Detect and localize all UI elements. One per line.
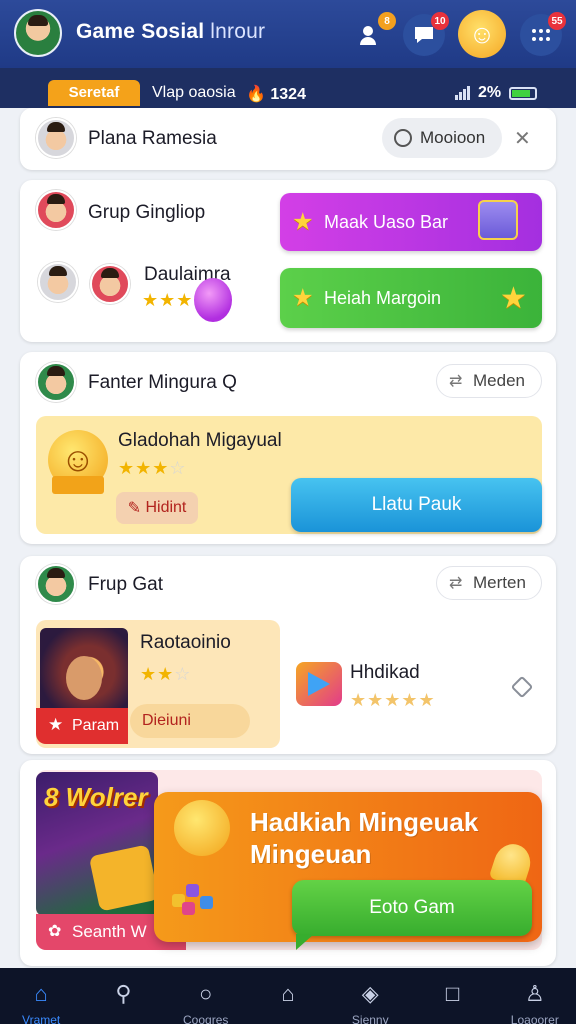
nav-box[interactable]: ◈ Sienny bbox=[329, 968, 411, 1024]
promo-cta-label: Eoto Gam bbox=[369, 897, 455, 918]
nav-profile[interactable]: ♙ Loaoorer bbox=[494, 968, 576, 1024]
user-avatar[interactable] bbox=[14, 9, 62, 57]
contact-name: Plana Ramesia bbox=[88, 128, 217, 149]
hint-label: Hidint bbox=[145, 499, 187, 516]
friends-badge: 8 bbox=[378, 12, 396, 30]
promo-thumb-title: 8 Wolrer bbox=[44, 782, 148, 812]
promo-headline: Hadkiah Mingeuak Mingeuan bbox=[250, 807, 479, 869]
profile-icon: ♙ bbox=[524, 981, 545, 1006]
strip-time-value: 1324 bbox=[270, 86, 306, 103]
param-tag-label: Param bbox=[72, 717, 120, 734]
star-icon: ★ bbox=[500, 282, 527, 315]
member-avatar-2[interactable] bbox=[90, 264, 130, 304]
chat-badge: 10 bbox=[431, 12, 449, 30]
battery-icon bbox=[509, 87, 537, 100]
left-chip[interactable]: Dieiuni bbox=[130, 704, 250, 738]
signal-icon bbox=[455, 86, 471, 100]
friends-icon[interactable]: 8 bbox=[350, 12, 396, 56]
explore-icon: ○ bbox=[199, 981, 213, 1006]
box-icon: ◈ bbox=[361, 981, 379, 1006]
left-game-title: Raotaoinio bbox=[140, 632, 231, 653]
follow-button[interactable]: Meden bbox=[436, 364, 542, 398]
app-title: Game Sosial lnrour bbox=[76, 20, 265, 44]
contact-avatar[interactable] bbox=[36, 118, 76, 158]
purple-action-label: Maak Uaso Bar bbox=[324, 211, 449, 232]
left-chip-label: Dieiuni bbox=[142, 712, 191, 729]
hint-icon: ✎ bbox=[127, 500, 142, 517]
game-rating: ★★★☆ bbox=[118, 458, 187, 478]
star-icon: ★ bbox=[292, 208, 314, 236]
left-game-rating: ★★☆ bbox=[140, 664, 192, 684]
potion-icon bbox=[194, 278, 232, 322]
search-input[interactable]: Mooioon bbox=[382, 118, 502, 158]
emoji-icon[interactable]: ☺ bbox=[458, 10, 506, 58]
nav-search[interactable]: ⚲ bbox=[82, 968, 164, 1024]
right-game-rating: ★★★★★ bbox=[350, 690, 436, 710]
play-label: Llatu Pauk bbox=[371, 494, 462, 515]
game-title: Gladohah Migayual bbox=[118, 430, 282, 451]
game-tile-icon bbox=[88, 844, 158, 912]
search-tag-label: Seanth W bbox=[72, 922, 147, 941]
rating-stars: ★★★ bbox=[142, 290, 194, 310]
nav-explore[interactable]: ○ Cooqres bbox=[165, 968, 247, 1024]
frup-name: Frup Gat bbox=[88, 574, 163, 595]
nav-house[interactable]: ⌂ bbox=[247, 968, 329, 1024]
dice-icon bbox=[172, 878, 228, 920]
frup-avatar[interactable] bbox=[36, 564, 76, 604]
follow-button[interactable]: Merten bbox=[436, 566, 542, 600]
app-header: Game Sosial lnrour 8 10 ☺ 55 bbox=[0, 0, 576, 68]
search-icon bbox=[394, 129, 412, 147]
chat-icon[interactable]: 10 bbox=[403, 12, 449, 56]
nav-box-label: Sienny bbox=[351, 1013, 389, 1024]
right-game-title: Hhdikad bbox=[350, 662, 420, 683]
smiley-icon bbox=[174, 800, 230, 856]
play-button[interactable]: Llatu Pauk bbox=[291, 478, 542, 532]
green-action-label: Heiah Margoin bbox=[324, 287, 442, 308]
square-icon: □ bbox=[445, 981, 460, 1006]
nav-explore-label: Cooqres bbox=[183, 1013, 229, 1024]
player-avatar[interactable] bbox=[36, 362, 76, 402]
home-icon: ⌂ bbox=[34, 981, 48, 1006]
star-icon: ★ bbox=[292, 284, 314, 312]
app-title-sub: lnrour bbox=[204, 20, 266, 43]
group-name: Grup Gingliop bbox=[88, 202, 206, 223]
player-name: Fanter Mingura Q bbox=[88, 372, 237, 393]
close-icon[interactable]: ✕ bbox=[514, 126, 531, 151]
more-icon[interactable]: 55 bbox=[520, 12, 566, 56]
nav-square[interactable]: □ bbox=[411, 968, 493, 1024]
search-icon: ⚲ bbox=[115, 981, 132, 1006]
promo-thumbnail[interactable]: 8 Wolrer bbox=[36, 772, 158, 916]
battery-percent: 2% bbox=[478, 84, 502, 101]
bottom-nav: ⌂ Vramet ⚲ ○ Cooqres ⌂ ◈ Sienny □ ♙ Loao… bbox=[0, 968, 576, 1024]
search-placeholder: Mooioon bbox=[420, 128, 486, 147]
nav-home[interactable]: ⌂ Vramet bbox=[0, 968, 82, 1024]
house-icon: ⌂ bbox=[281, 981, 295, 1006]
strip-time: 🔥 1324 bbox=[246, 84, 306, 104]
play-store-icon bbox=[296, 662, 342, 706]
param-tag[interactable]: Param bbox=[36, 708, 128, 744]
ribbon-icon bbox=[52, 476, 104, 494]
tab-active[interactable]: Seretaf bbox=[48, 80, 140, 106]
app-title-main: Game Sosial bbox=[76, 20, 205, 43]
gift-icon bbox=[478, 200, 518, 240]
nav-home-label: Vramet bbox=[22, 1013, 61, 1024]
member-avatar-1[interactable] bbox=[38, 262, 78, 302]
hint-chip[interactable]: ✎ Hidint bbox=[116, 492, 198, 524]
nav-profile-label: Loaoorer bbox=[510, 1013, 559, 1024]
strip-label: Vlap oaosia bbox=[152, 84, 236, 101]
flame-icon: 🔥 bbox=[246, 86, 266, 103]
group-avatar[interactable] bbox=[36, 190, 76, 230]
promo-cta-button[interactable]: Eoto Gam bbox=[292, 880, 532, 950]
follow-label: Merten bbox=[473, 573, 526, 592]
more-badge: 55 bbox=[548, 12, 566, 30]
follow-label: Meden bbox=[473, 371, 525, 390]
